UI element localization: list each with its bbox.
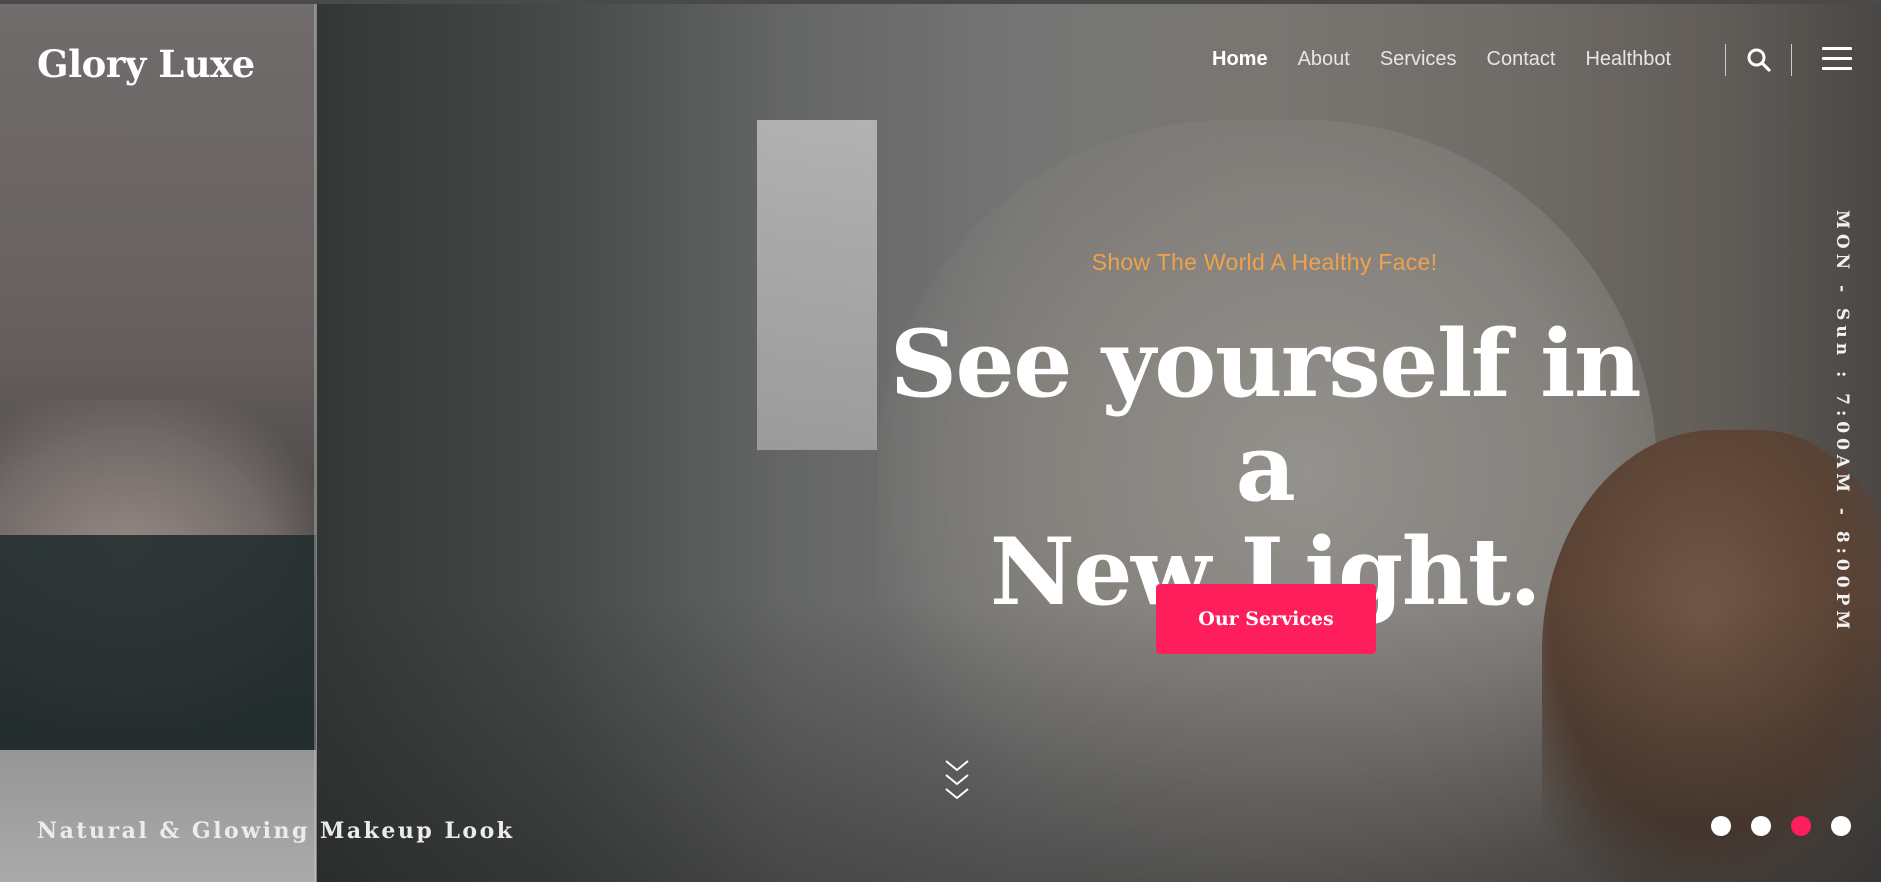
site-logo[interactable]: Glory Luxe xyxy=(37,42,255,86)
scroll-down-button[interactable] xyxy=(944,758,970,804)
slide-caption: Natural & Glowing Makeup Look xyxy=(37,818,515,844)
search-icon xyxy=(1747,48,1771,72)
nav-contact[interactable]: Contact xyxy=(1487,48,1556,71)
hero-headline: See yourself in a New Light. xyxy=(865,312,1665,624)
nav-separator xyxy=(1725,44,1726,76)
hamburger-menu-icon xyxy=(1822,47,1852,70)
hero-tagline: Show The World A Healthy Face! xyxy=(1091,249,1438,275)
nav-home[interactable]: Home xyxy=(1212,48,1268,71)
slider-dot[interactable] xyxy=(1831,816,1851,836)
slider-dot[interactable] xyxy=(1751,816,1771,836)
chevrons-down-icon xyxy=(945,760,969,800)
opening-hours: MON - Sun : 7:00AM - 8:00PM xyxy=(1832,210,1852,635)
slider-pagination xyxy=(1711,816,1871,836)
nav-services[interactable]: Services xyxy=(1380,48,1457,71)
nav-healthbot[interactable]: Healthbot xyxy=(1585,48,1671,71)
nav-separator xyxy=(1791,44,1792,76)
our-services-button[interactable]: Our Services xyxy=(1156,584,1376,654)
menu-button[interactable] xyxy=(1822,47,1852,73)
slider-dot[interactable] xyxy=(1791,816,1811,836)
search-button[interactable] xyxy=(1746,47,1772,73)
slider-dot[interactable] xyxy=(1711,816,1731,836)
headline-line-1: See yourself in a xyxy=(889,309,1642,522)
main-nav: Home About Services Contact Healthbot xyxy=(1212,48,1701,71)
nav-about[interactable]: About xyxy=(1298,48,1350,71)
top-border xyxy=(0,0,1881,4)
